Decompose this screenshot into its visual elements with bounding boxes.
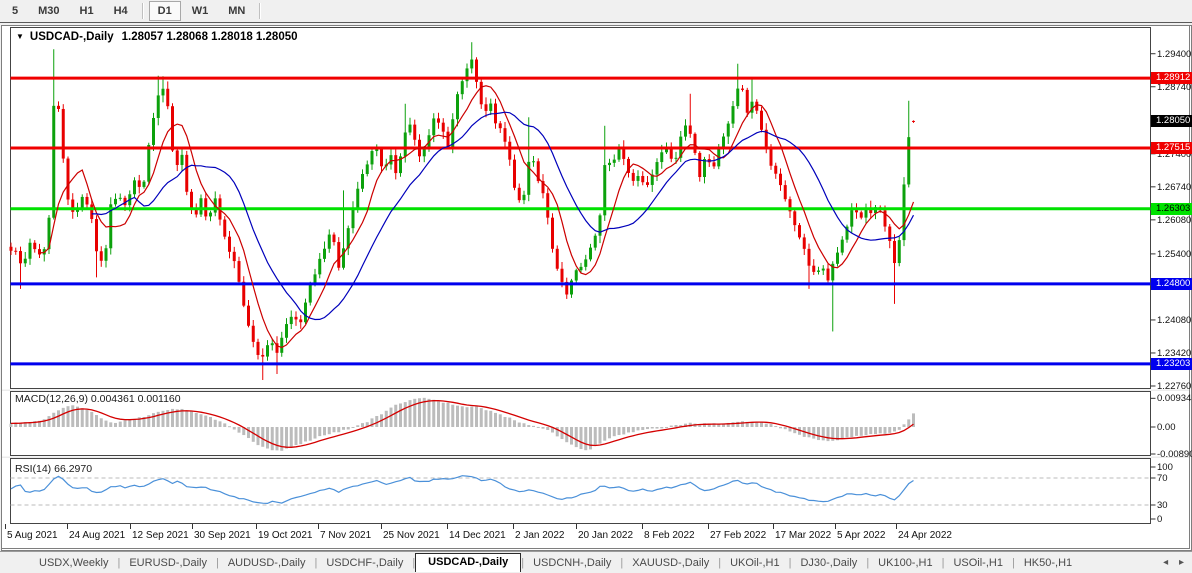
chart-tab-bar: USDX,Weekly|EURUSD-,Daily|AUDUSD-,Daily|… [0, 551, 1192, 573]
rsi-scale-label: 70 [1157, 473, 1168, 484]
price-badge-1.28912: 1.28912 [1151, 72, 1192, 84]
rsi-scale-label: 30 [1157, 500, 1168, 511]
chart-dropdown-icon[interactable]: ▼ [16, 32, 24, 41]
date-axis-label: 25 Nov 2021 [383, 530, 440, 541]
date-axis-label: 20 Jan 2022 [578, 530, 633, 541]
rsi-scale-label: 0 [1157, 514, 1162, 525]
date-axis-label: 24 Apr 2022 [898, 530, 952, 541]
tab-usdcnh-daily[interactable]: USDCNH-,Daily [524, 555, 620, 571]
rsi-label-row: RSI(14) 66.2970 [15, 463, 92, 475]
tab-hk50-h1[interactable]: HK50-,H1 [1015, 555, 1081, 571]
tab-usdchf-daily[interactable]: USDCHF-,Daily [317, 555, 412, 571]
macd-label: MACD(12,26,9) [15, 393, 88, 405]
tab-eurusd-daily[interactable]: EURUSD-,Daily [120, 555, 216, 571]
chart-ohlc-values: 1.28057 1.28068 1.28018 1.28050 [122, 31, 298, 43]
tab-audusd-daily[interactable]: AUDUSD-,Daily [219, 555, 315, 571]
date-axis-label: 5 Aug 2021 [7, 530, 58, 541]
date-axis-label: 19 Oct 2021 [258, 530, 312, 541]
date-axis-label: 30 Sep 2021 [194, 530, 251, 541]
pane-splitter[interactable] [2, 390, 1189, 392]
date-axis-label: 5 Apr 2022 [837, 530, 885, 541]
price-axis-label: 1.25400 [1157, 249, 1191, 260]
rsi-value: 66.2970 [54, 463, 92, 475]
price-badge-1.28050: 1.28050 [1151, 115, 1192, 127]
price-axis-label: 1.26080 [1157, 215, 1191, 226]
tab-xauusd-daily[interactable]: XAUUSD-,Daily [623, 555, 718, 571]
macd-main-value: 0.004361 [91, 393, 135, 405]
price-badge-1.27515: 1.27515 [1151, 142, 1192, 154]
date-axis-label: 27 Feb 2022 [710, 530, 766, 541]
date-axis-label: 17 Mar 2022 [775, 530, 831, 541]
price-axis-label: 1.29400 [1157, 49, 1191, 60]
date-axis-label: 14 Dec 2021 [449, 530, 506, 541]
macd-scale-label: 0.00 [1157, 422, 1176, 433]
tab-uk100-h1[interactable]: UK100-,H1 [869, 555, 941, 571]
rsi-scale-label: 100 [1157, 462, 1173, 473]
macd-scale-label: -0.008902 [1157, 449, 1192, 460]
macd-label-row: MACD(12,26,9) 0.004361 0.001160 [15, 393, 181, 405]
price-badge-1.24800: 1.24800 [1151, 278, 1192, 290]
chart-title-row: ▼ USDCAD-,Daily 1.28057 1.28068 1.28018 1.… [16, 31, 298, 43]
price-axis-label: 1.24080 [1157, 315, 1191, 326]
tab-usoil-h1[interactable]: USOil-,H1 [944, 555, 1012, 571]
date-axis-label: 12 Sep 2021 [132, 530, 189, 541]
date-axis-label: 7 Nov 2021 [320, 530, 371, 541]
tab-usdx-weekly[interactable]: USDX,Weekly [30, 555, 117, 571]
pane-splitter[interactable] [2, 457, 1189, 459]
date-axis-label: 8 Feb 2022 [644, 530, 695, 541]
price-badge-1.23203: 1.23203 [1151, 358, 1192, 370]
macd-signal-value: 0.001160 [138, 393, 181, 405]
price-axis-label: 1.26740 [1157, 182, 1191, 193]
tab-ukoil-h1[interactable]: UKOil-,H1 [721, 555, 789, 571]
macd-scale-label: 0.009345 [1157, 393, 1192, 404]
price-badge-1.26303: 1.26303 [1151, 203, 1192, 215]
chart-canvas[interactable] [0, 0, 1192, 573]
chart-title: USDCAD-,Daily [30, 31, 114, 43]
rsi-label: RSI(14) [15, 463, 51, 475]
tab-scroll-arrows[interactable]: ◂ ▸ [1163, 557, 1188, 568]
date-axis-label: 2 Jan 2022 [515, 530, 565, 541]
mt4-window: 5M30H1H4D1W1MN ▼USDCAD-,Daily1.28057 1.2… [0, 0, 1192, 573]
date-axis-label: 24 Aug 2021 [69, 530, 125, 541]
tab-usdcad-daily[interactable]: USDCAD-,Daily [415, 553, 521, 572]
price-axis-label: 1.22760 [1157, 381, 1191, 392]
chart-frame [2, 26, 1190, 549]
tab-dj30-daily[interactable]: DJ30-,Daily [791, 555, 866, 571]
